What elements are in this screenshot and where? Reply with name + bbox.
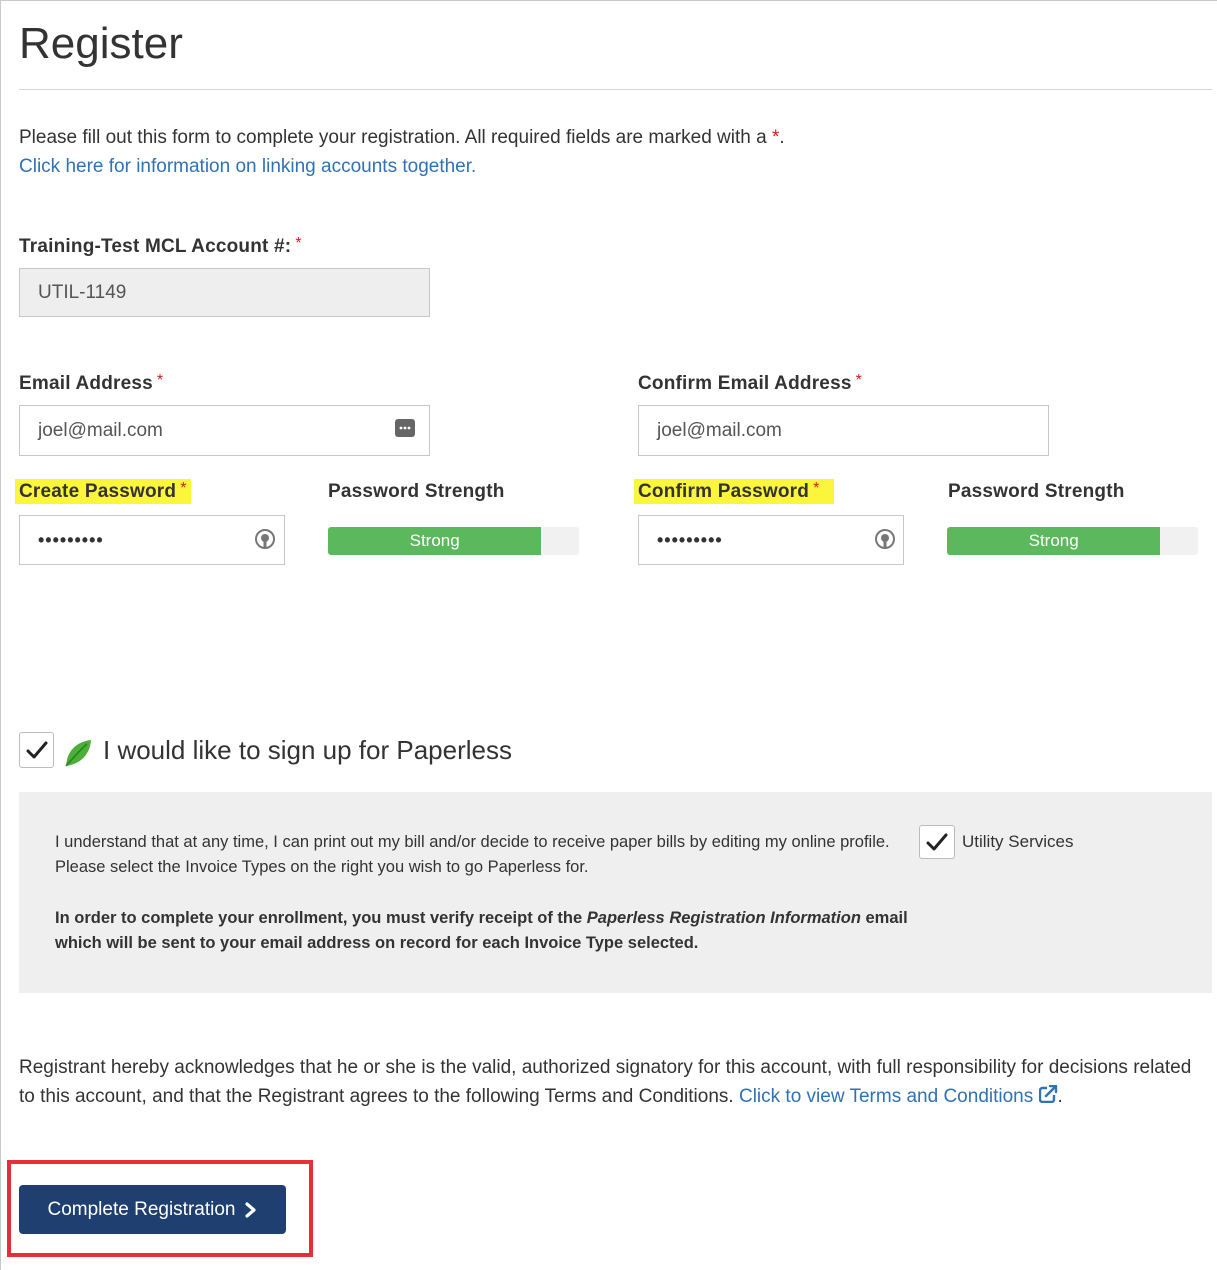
- page-title: Register: [19, 19, 183, 68]
- complete-registration-label: Complete Registration: [47, 1198, 236, 1220]
- terms-acknowledgement: Registrant hereby acknowledges that he o…: [19, 1053, 1209, 1111]
- account-number-label-text: Training-Test MCL Account #:: [19, 236, 292, 257]
- required-marker: *: [295, 235, 302, 252]
- account-number-field: UTIL-1149: [19, 268, 430, 317]
- required-marker: *: [855, 372, 863, 389]
- create-password-label-text: Create Password: [19, 481, 177, 502]
- external-link-icon: [1038, 1084, 1058, 1104]
- confirm-password-highlight: Confirm Password *: [634, 479, 835, 504]
- confirm-password-strength-meter: Strong: [947, 527, 1198, 555]
- chevron-right-icon: [245, 1201, 257, 1218]
- confirm-email-value: joel@mail.com: [657, 419, 782, 441]
- paperless-info-panel: I understand that at any time, I can pri…: [19, 792, 1212, 993]
- create-password-field[interactable]: •••••••••: [19, 515, 285, 565]
- title-divider: [19, 89, 1212, 90]
- confirm-password-strength-fill: Strong: [947, 527, 1161, 555]
- required-marker: *: [180, 480, 187, 497]
- create-password-highlight: Create Password *: [15, 479, 191, 504]
- terms-link[interactable]: Click to view Terms and Conditions: [738, 1084, 1058, 1107]
- terms-period: .: [1057, 1086, 1063, 1107]
- confirm-password-label-text: Confirm Password: [638, 481, 810, 502]
- email-value: joel@mail.com: [38, 419, 163, 441]
- checkmark-icon: [926, 833, 948, 851]
- leaf-icon: [63, 738, 93, 768]
- utility-services-label[interactable]: Utility Services: [962, 832, 1073, 852]
- create-password-value: •••••••••: [38, 529, 104, 550]
- password-strength-fill: Strong: [328, 527, 542, 555]
- email-label: Email Address *: [19, 372, 163, 395]
- checkmark-icon: [26, 741, 47, 759]
- page-frame-top-border: [0, 0, 1217, 1]
- paperless-label[interactable]: I would like to sign up for Paperless: [103, 735, 512, 766]
- confirm-password-label: Confirm Password *: [634, 479, 835, 504]
- confirm-password-strength-label: Password Strength: [948, 481, 1125, 502]
- account-number-label: Training-Test MCL Account #: *: [19, 235, 302, 258]
- paperless-checkbox[interactable]: [19, 732, 54, 768]
- account-number-value: UTIL-1149: [38, 281, 127, 303]
- required-marker: *: [813, 480, 820, 497]
- required-marker: *: [156, 372, 164, 389]
- linking-accounts-link[interactable]: Click here for information on linking ac…: [19, 156, 476, 177]
- autofill-dots-icon[interactable]: [395, 419, 415, 437]
- paperless-info-text: I understand that at any time, I can pri…: [55, 833, 890, 876]
- confirm-password-field[interactable]: •••••••••: [638, 515, 904, 565]
- paperless-enrollment-note: In order to complete your enrollment, yo…: [55, 906, 915, 956]
- confirm-email-label-text: Confirm Email Address: [638, 373, 852, 394]
- password-strength-meter: Strong: [328, 527, 579, 555]
- email-label-text: Email Address: [19, 373, 153, 394]
- password-strength-label: Password Strength: [328, 481, 505, 502]
- complete-registration-button[interactable]: Complete Registration: [19, 1185, 286, 1234]
- confirm-email-label: Confirm Email Address *: [638, 372, 862, 395]
- intro-period: .: [779, 127, 785, 148]
- create-password-label: Create Password *: [15, 479, 191, 504]
- email-field[interactable]: joel@mail.com: [19, 405, 430, 456]
- password-reveal-icon[interactable]: [874, 528, 896, 552]
- intro-paragraph: Please fill out this form to complete yo…: [19, 123, 785, 181]
- page-frame-left-border: [0, 0, 1, 1270]
- enrollment-note-prefix: In order to complete your enrollment, yo…: [55, 909, 587, 927]
- intro-text: Please fill out this form to complete yo…: [19, 127, 772, 148]
- terms-link-text: Click to view Terms and Conditions: [738, 1086, 1034, 1107]
- enrollment-note-italic: Paperless Registration Information: [586, 909, 861, 927]
- confirm-password-value: •••••••••: [657, 529, 723, 550]
- confirm-email-field[interactable]: joel@mail.com: [638, 405, 1049, 456]
- password-reveal-icon[interactable]: [254, 528, 276, 552]
- utility-services-checkbox[interactable]: [919, 825, 955, 859]
